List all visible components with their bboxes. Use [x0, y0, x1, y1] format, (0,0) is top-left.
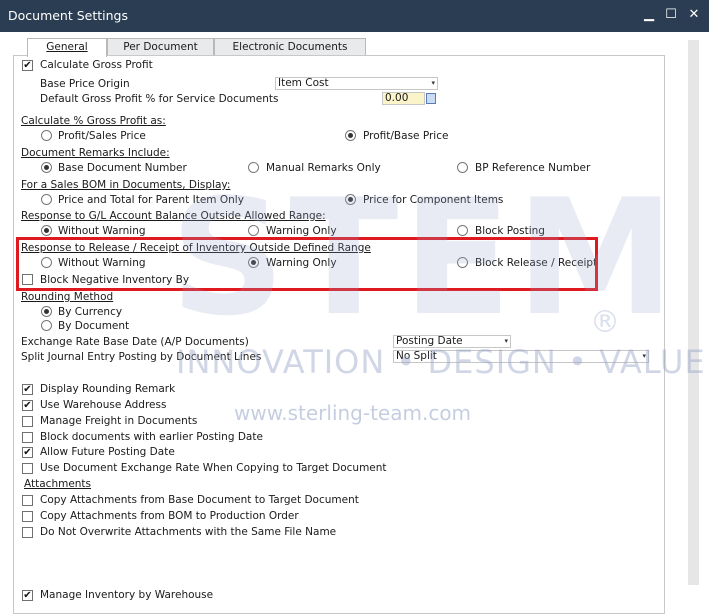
profit-sales-price-label: Profit/Sales Price — [58, 130, 146, 142]
allow-future-posting-date-label: Allow Future Posting Date — [40, 446, 175, 458]
manage-freight-checkbox[interactable] — [22, 416, 33, 427]
parent-item-only-radio[interactable] — [41, 194, 52, 205]
default-gp-input[interactable]: 0.00 — [382, 92, 425, 105]
manage-inventory-by-warehouse-checkbox[interactable]: ✔ — [22, 590, 33, 601]
base-document-number-radio[interactable] — [41, 162, 52, 173]
tab-per-document[interactable]: Per Document — [107, 38, 214, 56]
minimize-button[interactable]: ▁ — [640, 6, 658, 24]
copy-attachments-bom-label: Copy Attachments from BOM to Production … — [40, 510, 299, 522]
profit-base-price-label: Profit/Base Price — [363, 130, 449, 142]
copy-attachments-bom-checkbox[interactable] — [22, 511, 33, 522]
profit-sales-price-radio[interactable] — [41, 130, 52, 141]
calculator-icon[interactable] — [426, 93, 436, 104]
by-document-label: By Document — [58, 320, 130, 332]
watermark-url: www.sterling-team.com — [234, 401, 472, 425]
no-overwrite-attachments-label: Do Not Overwrite Attachments with the Sa… — [40, 526, 337, 538]
base-price-origin-label: Base Price Origin — [40, 78, 130, 90]
display-rounding-remark-label: Display Rounding Remark — [40, 383, 176, 395]
gl-without-warning-radio[interactable] — [41, 225, 52, 236]
maximize-button[interactable]: ☐ — [662, 6, 680, 24]
copy-attachments-base-label: Copy Attachments from Base Document to T… — [40, 494, 359, 506]
base-price-origin-select[interactable]: Item Cost ▾ — [275, 77, 438, 90]
base-document-number-label: Base Document Number — [58, 162, 187, 174]
copy-attachments-base-checkbox[interactable] — [22, 495, 33, 506]
manage-freight-label: Manage Freight in Documents — [40, 415, 198, 427]
rounding-method-heading: Rounding Method — [21, 291, 114, 303]
display-rounding-remark-checkbox[interactable]: ✔ — [22, 384, 33, 395]
by-currency-label: By Currency — [58, 306, 123, 318]
use-warehouse-address-label: Use Warehouse Address — [40, 399, 167, 411]
vertical-scrollbar[interactable] — [688, 40, 699, 585]
allow-future-posting-date-checkbox[interactable]: ✔ — [22, 447, 33, 458]
calc-gp-as-heading: Calculate % Gross Profit as: — [21, 115, 166, 127]
use-warehouse-address-checkbox[interactable]: ✔ — [22, 400, 33, 411]
watermark-registered: ® — [590, 305, 620, 340]
chevron-down-icon: ▾ — [431, 79, 435, 87]
no-overwrite-attachments-checkbox[interactable] — [22, 527, 33, 538]
block-earlier-posting-date-label: Block documents with earlier Posting Dat… — [40, 431, 263, 443]
close-button[interactable]: ✕ — [685, 6, 703, 24]
calc-gross-profit-label: Calculate Gross Profit — [40, 59, 153, 71]
window-title: Document Settings — [8, 8, 129, 23]
watermark-tagline: INNOVATION • DESIGN • VALUE — [176, 343, 706, 381]
tab-general[interactable]: General — [27, 38, 107, 57]
profit-base-price-radio[interactable] — [345, 130, 356, 141]
manage-inventory-by-warehouse-label: Manage Inventory by Warehouse — [40, 589, 214, 601]
by-document-radio[interactable] — [41, 320, 52, 331]
attachments-heading: Attachments — [24, 478, 92, 490]
default-gp-label: Default Gross Profit % for Service Docum… — [40, 93, 279, 105]
document-remarks-heading: Document Remarks Include: — [21, 147, 170, 159]
use-doc-exchange-rate-label: Use Document Exchange Rate When Copying … — [40, 462, 387, 474]
block-earlier-posting-date-checkbox[interactable] — [22, 432, 33, 443]
title-bar: Document Settings ▁ ☐ ✕ — [0, 0, 709, 32]
by-currency-radio[interactable] — [41, 306, 52, 317]
use-doc-exchange-rate-checkbox[interactable] — [22, 463, 33, 474]
calc-gross-profit-checkbox[interactable]: ✔ — [22, 60, 33, 71]
tab-electronic-documents[interactable]: Electronic Documents — [214, 38, 366, 56]
